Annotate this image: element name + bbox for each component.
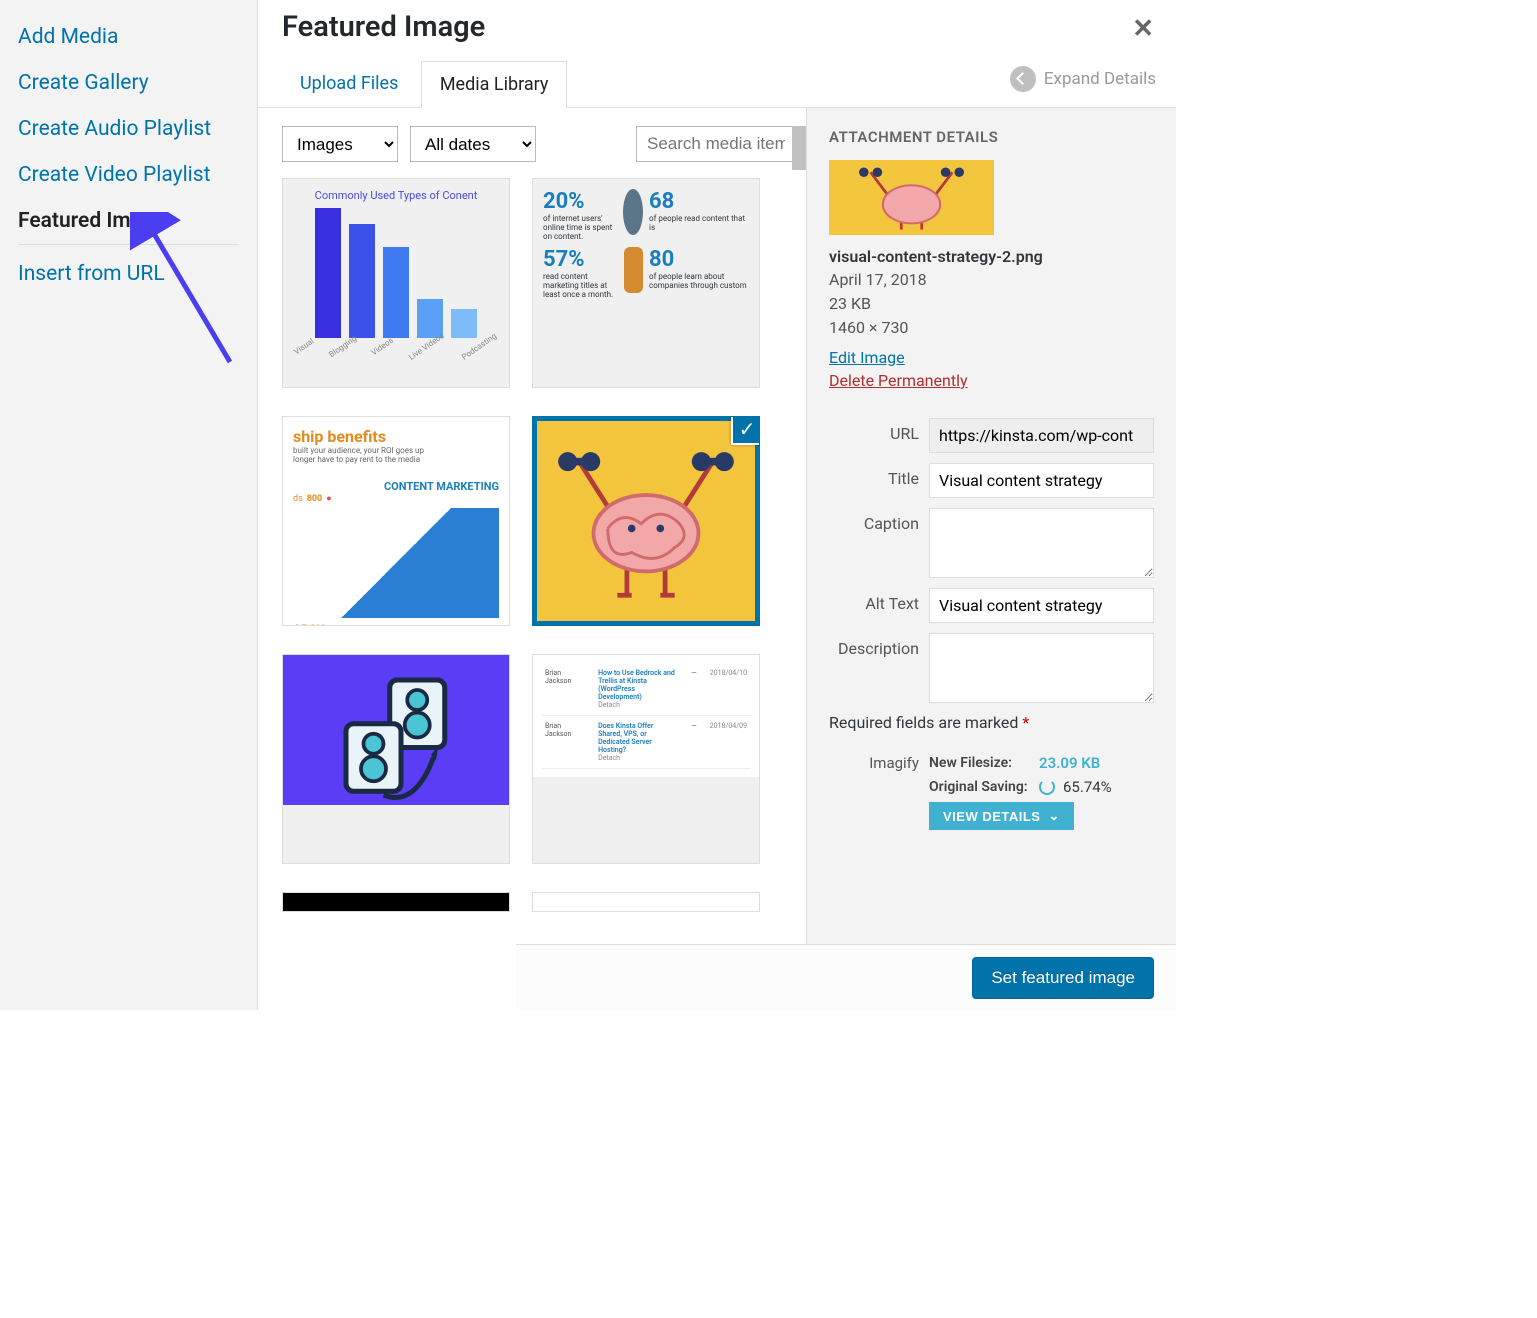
details-thumbnail <box>829 160 994 235</box>
modal-header: Featured Image <box>258 0 1176 44</box>
alt-label: Alt Text <box>829 588 929 613</box>
imagify-label: Imagify <box>829 754 929 830</box>
media-thumb[interactable]: 20%of internet users' online time is spe… <box>532 178 760 388</box>
edit-image-link[interactable]: Edit Image <box>829 348 1154 367</box>
details-dimensions: 1460 × 730 <box>829 316 1154 340</box>
details-heading: ATTACHMENT DETAILS <box>829 128 1154 146</box>
scrollbar-thumb[interactable] <box>792 126 806 170</box>
sidebar-item-add-media[interactable]: Add Media <box>18 14 239 60</box>
sidebar-item-create-gallery[interactable]: Create Gallery <box>18 60 239 106</box>
sidebar-item-create-audio-playlist[interactable]: Create Audio Playlist <box>18 106 239 152</box>
media-thumb[interactable] <box>282 892 510 912</box>
media-grid-pane: Images All dates Commonly Used Types of … <box>258 108 806 1010</box>
imagify-saving: 65.74% <box>1063 778 1112 796</box>
media-thumb[interactable]: Brian JacksonHow to Use Bedrock and Trel… <box>532 654 760 864</box>
alt-field[interactable] <box>929 588 1154 623</box>
media-thumb[interactable] <box>282 654 510 864</box>
title-field[interactable] <box>929 463 1154 498</box>
description-label: Description <box>829 633 929 658</box>
description-field[interactable] <box>929 633 1154 703</box>
modal-footer: Set featured image <box>516 944 1176 1010</box>
chevron-left-icon <box>1010 66 1036 92</box>
filter-type-select[interactable]: Images <box>282 126 398 162</box>
imagify-new-filesize: 23.09 KB <box>1039 754 1100 772</box>
url-field[interactable] <box>929 418 1154 453</box>
attachment-details-panel: ATTACHMENT DETAILS visual-content-strate… <box>806 108 1176 1010</box>
spinner-icon <box>1039 779 1055 795</box>
sidebar-item-insert-from-url[interactable]: Insert from URL <box>18 251 239 297</box>
sidebar-item-featured-image[interactable]: Featured Image <box>18 198 239 245</box>
sidebar: Add Media Create Gallery Create Audio Pl… <box>0 0 258 1010</box>
title-label: Title <box>829 463 929 488</box>
search-input[interactable] <box>636 126 796 162</box>
media-thumb[interactable]: Commonly Used Types of Conent Visual B <box>282 178 510 388</box>
required-note: Required fields are marked * <box>829 713 1154 732</box>
media-thumb-selected[interactable]: ✓ <box>532 416 760 626</box>
details-filename: visual-content-strategy-2.png <box>829 247 1154 266</box>
close-icon[interactable]: ✕ <box>1132 14 1154 44</box>
sidebar-item-create-video-playlist[interactable]: Create Video Playlist <box>18 152 239 198</box>
scrollbar[interactable]: ▼ <box>792 126 806 1010</box>
caption-label: Caption <box>829 508 929 533</box>
caption-field[interactable] <box>929 508 1154 578</box>
brain-lifting-icon <box>533 417 759 621</box>
expand-details-button[interactable]: Expand Details <box>1010 66 1156 92</box>
details-filesize: 23 KB <box>829 292 1154 316</box>
url-label: URL <box>829 418 929 443</box>
media-thumb[interactable]: ship benefits built your audience, your … <box>282 416 510 626</box>
tab-media-library[interactable]: Media Library <box>421 61 568 108</box>
view-details-button[interactable]: VIEW DETAILS⌄ <box>929 802 1074 830</box>
check-icon: ✓ <box>731 416 760 445</box>
tab-upload-files[interactable]: Upload Files <box>282 61 416 106</box>
delete-permanently-link[interactable]: Delete Permanently <box>829 371 1154 390</box>
media-thumb[interactable] <box>532 892 760 912</box>
details-date: April 17, 2018 <box>829 268 1154 292</box>
filter-date-select[interactable]: All dates <box>410 126 536 162</box>
set-featured-image-button[interactable]: Set featured image <box>972 957 1154 999</box>
chevron-down-icon: ⌄ <box>1048 808 1059 824</box>
modal-title: Featured Image <box>282 10 1152 44</box>
